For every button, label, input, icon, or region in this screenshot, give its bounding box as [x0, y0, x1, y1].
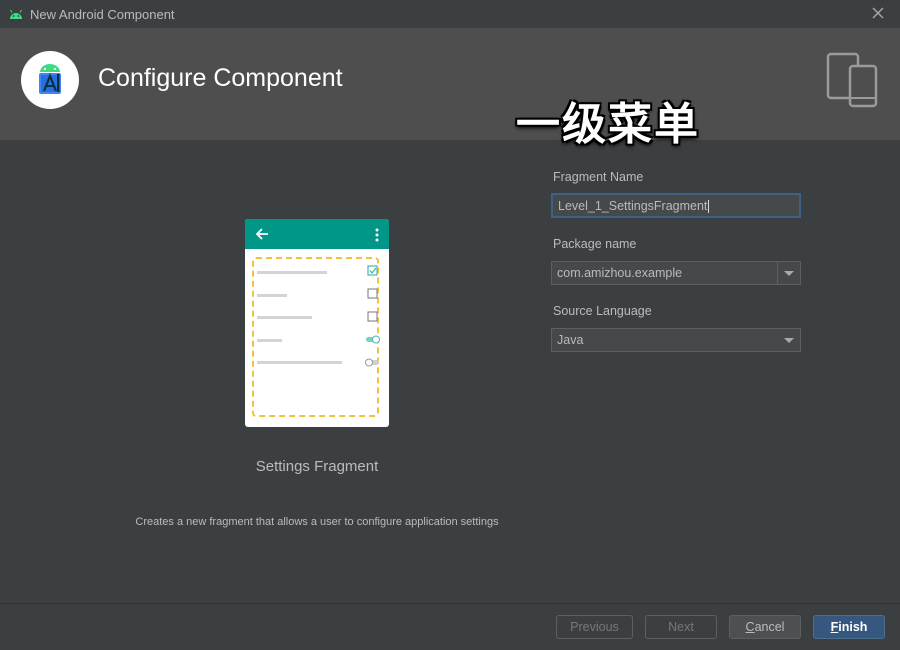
previous-button[interactable]: Previous	[556, 615, 633, 639]
overlay-caption: 一级菜单	[516, 99, 700, 150]
cancel-button[interactable]: Cancel	[729, 615, 801, 639]
finish-button-label: inish	[838, 620, 868, 634]
page-title: Configure Component	[98, 64, 343, 92]
close-icon[interactable]	[870, 5, 886, 21]
package-name-value[interactable]: com.amizhou.example	[557, 266, 682, 280]
dropdown-arrow-icon	[784, 338, 794, 343]
checkbox-icon	[367, 311, 378, 322]
fragment-template-name: Settings Fragment	[255, 458, 379, 475]
fragment-name-input[interactable]: Level_1_SettingsFragment	[551, 193, 801, 218]
source-language-select[interactable]: Java	[551, 328, 801, 352]
fragment-preview-card	[245, 219, 389, 427]
previous-button-label: Previous	[570, 620, 619, 634]
window-title: New Android Component	[30, 6, 175, 22]
finish-mnemonic: F	[830, 620, 839, 634]
checkbox-icon	[367, 265, 378, 276]
cancel-button-label: ancel	[754, 620, 785, 634]
fragment-name-label: Fragment Name	[553, 170, 644, 184]
window-titlebar: New Android Component	[0, 0, 900, 28]
package-name-combo[interactable]: com.amizhou.example	[551, 261, 801, 285]
cancel-mnemonic: C	[745, 620, 755, 634]
package-name-label: Package name	[553, 237, 637, 251]
devices-icon	[826, 52, 878, 108]
text-caret	[708, 200, 710, 214]
fragment-name-value: Level_1_SettingsFragment	[558, 199, 708, 213]
next-button[interactable]: Next	[645, 615, 717, 639]
android-studio-logo-icon	[21, 51, 79, 109]
checkbox-icon	[367, 288, 378, 299]
source-language-value: Java	[557, 333, 584, 347]
preview-controls	[365, 265, 380, 367]
next-button-label: Next	[668, 620, 694, 634]
finish-button[interactable]: Finish	[813, 615, 885, 639]
source-language-label: Source Language	[553, 304, 652, 318]
android-icon	[8, 6, 24, 22]
footer-divider	[0, 603, 900, 604]
dropdown-arrow-icon	[784, 271, 794, 276]
fragment-template-description: Creates a new fragment that allows a use…	[135, 516, 499, 528]
package-name-dropdown-button[interactable]	[777, 262, 800, 284]
header-banner: Configure Component 一级菜单	[0, 28, 900, 150]
